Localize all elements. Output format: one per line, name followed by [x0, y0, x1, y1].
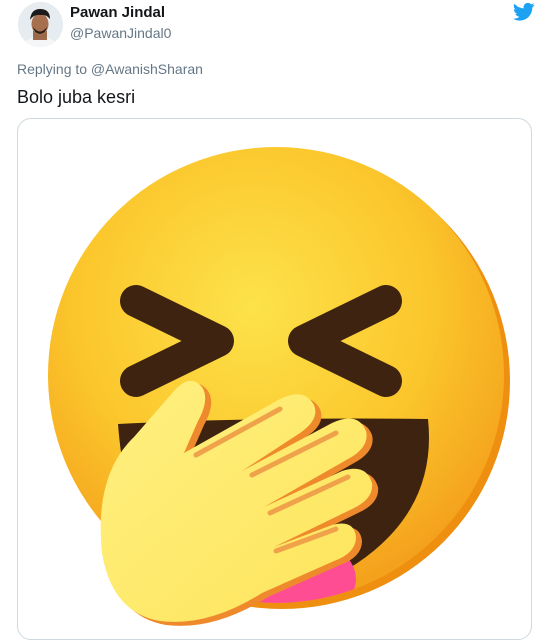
author-display-name[interactable]: Pawan Jindal	[70, 3, 171, 22]
avatar-photo-icon	[18, 2, 63, 47]
author-avatar[interactable]	[18, 2, 63, 47]
twitter-bird-icon[interactable]	[513, 2, 535, 22]
reply-context[interactable]: Replying to @AwanishSharan	[17, 61, 203, 77]
tweet-media[interactable]	[17, 118, 532, 640]
tweet[interactable]: Pawan Jindal @PawanJindal0 Replying to @…	[0, 0, 545, 640]
author-handle[interactable]: @PawanJindal0	[70, 24, 171, 42]
author-info[interactable]: Pawan Jindal @PawanJindal0	[70, 3, 171, 42]
face-with-hand-over-mouth-emoji-icon	[48, 147, 510, 626]
tweet-text: Bolo juba kesri	[17, 87, 136, 107]
